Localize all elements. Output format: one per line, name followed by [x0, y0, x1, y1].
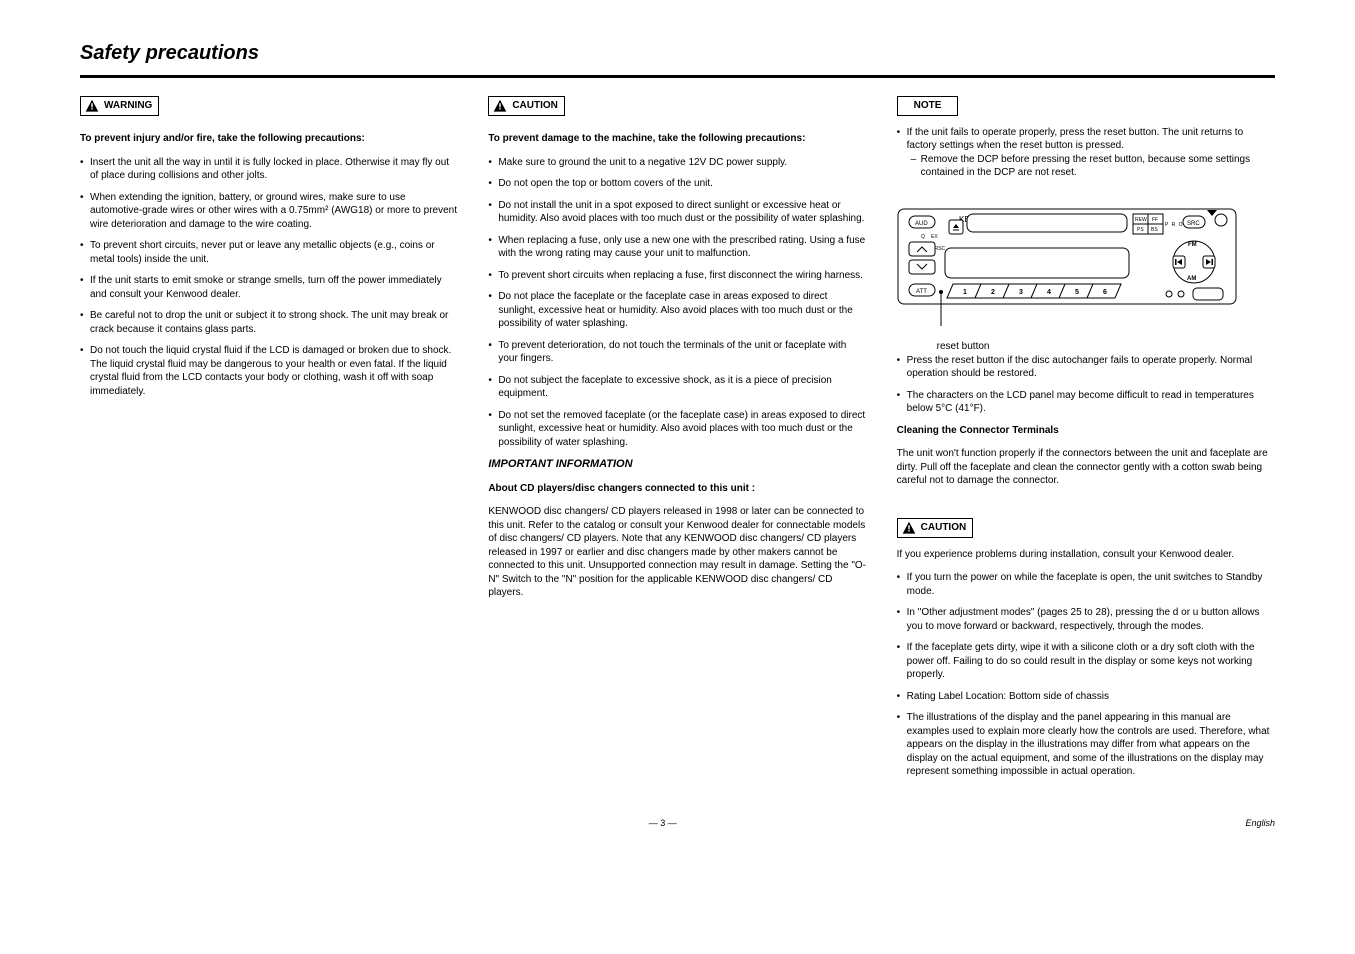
note-label: NOTE — [914, 100, 942, 111]
list-item: To prevent short circuits when replacing… — [488, 269, 866, 283]
list-item: To prevent deterioration, do not touch t… — [488, 339, 866, 366]
svg-text:AUD: AUD — [915, 221, 928, 227]
svg-text:4: 4 — [1047, 289, 1051, 296]
list-item: Do not open the top or bottom covers of … — [488, 177, 866, 191]
car-stereo-diagram: KENWOOD AUD Q EX CRSC — [897, 188, 1275, 354]
important-info-heading: IMPORTANT INFORMATION — [488, 457, 866, 472]
warning-icon — [493, 99, 507, 113]
list-item: Insert the unit all the way in until it … — [80, 156, 458, 183]
list-item: The illustrations of the display and the… — [897, 711, 1275, 779]
list-item: Press the reset button if the disc autoc… — [897, 354, 1275, 381]
caution-label: CAUTION — [512, 99, 558, 113]
list-item: Do not touch the liquid crystal fluid if… — [80, 344, 458, 398]
column-right: NOTE If the unit fails to operate proper… — [897, 96, 1275, 787]
svg-text:1: 1 — [963, 289, 967, 296]
col3-reset-list: If the unit fails to operate properly, p… — [897, 126, 1275, 180]
svg-text:Q: Q — [921, 234, 925, 240]
page-title: Safety precautions — [80, 40, 1275, 67]
page-footer: — 3 — English — [80, 817, 1275, 829]
reset-para: If the unit fails to operate properly, p… — [907, 127, 1243, 152]
svg-text:EX: EX — [931, 234, 938, 240]
note-block-body: KENWOOD disc changers/ CD players releas… — [488, 505, 866, 600]
page-number: — 3 — — [649, 817, 677, 829]
list-item: Do not place the faceplate or the facepl… — [488, 290, 866, 331]
svg-text:PS: PS — [1137, 227, 1144, 233]
svg-text:6: 6 — [1103, 289, 1107, 296]
caution2-body: If you experience problems during instal… — [897, 548, 1275, 562]
list-item: When replacing a fuse, only use a new on… — [488, 234, 866, 261]
cleaning-heading: Cleaning the Connector Terminals — [897, 424, 1275, 438]
list-item: Do not install the unit in a spot expose… — [488, 199, 866, 226]
list-item: If you turn the power on while the facep… — [897, 571, 1275, 598]
cleaning-body: The unit won't function properly if the … — [897, 447, 1275, 488]
col2-lead: To prevent damage to the machine, take t… — [488, 132, 866, 146]
svg-text:5: 5 — [1075, 289, 1079, 296]
svg-text:SRC: SRC — [1187, 221, 1200, 227]
list-item: If the unit starts to emit smoke or stra… — [80, 274, 458, 301]
svg-text:ATT: ATT — [916, 289, 927, 295]
reset-button-label: reset button — [937, 340, 1275, 354]
warning-icon — [902, 521, 916, 535]
warning-header: WARNING — [80, 96, 159, 116]
caution2-label: CAUTION — [921, 521, 967, 535]
note-header: NOTE — [897, 96, 959, 116]
column-left: WARNING To prevent injury and/or fire, t… — [80, 96, 458, 787]
caution-header: CAUTION — [488, 96, 565, 116]
svg-text:2: 2 — [991, 289, 995, 296]
list-item: Rating Label Location: Bottom side of ch… — [897, 690, 1275, 704]
list-item: Do not subject the faceplate to excessiv… — [488, 374, 866, 401]
list-item: The characters on the LCD panel may beco… — [897, 389, 1275, 416]
list-item: Make sure to ground the unit to a negati… — [488, 156, 866, 170]
content-columns: WARNING To prevent injury and/or fire, t… — [80, 96, 1275, 787]
note-block-title: About CD players/disc changers connected… — [488, 482, 866, 496]
list-item: Do not set the removed faceplate (or the… — [488, 409, 866, 450]
svg-text:REW: REW — [1135, 217, 1147, 223]
warning-icon — [85, 99, 99, 113]
list-item: If the faceplate gets dirty, wipe it wit… — [897, 641, 1275, 682]
list-item: In "Other adjustment modes" (pages 25 to… — [897, 606, 1275, 633]
svg-text:BS: BS — [1151, 227, 1158, 233]
col3-notes-list: If you turn the power on while the facep… — [897, 571, 1275, 779]
col1-lead: To prevent injury and/or fire, take the … — [80, 132, 458, 146]
list-item: When extending the ignition, battery, or… — [80, 191, 458, 232]
svg-text:3: 3 — [1019, 289, 1023, 296]
caution2-header: CAUTION — [897, 518, 974, 538]
svg-text:FF: FF — [1152, 217, 1158, 223]
preset-bar: 1 2 3 4 5 6 — [947, 284, 1121, 298]
col3-after-list: Press the reset button if the disc autoc… — [897, 354, 1275, 416]
language-label: English — [1245, 817, 1275, 829]
caution-secondary: CAUTION — [897, 498, 1275, 548]
col1-list: Insert the unit all the way in until it … — [80, 156, 458, 399]
list-item: To prevent short circuits, never put or … — [80, 239, 458, 266]
column-center: CAUTION To prevent damage to the machine… — [488, 96, 866, 787]
reset-button-indicator — [939, 290, 943, 294]
list-item: If the unit fails to operate properly, p… — [897, 126, 1275, 180]
remove-dcp-note: Remove the DCP before pressing the reset… — [907, 153, 1275, 180]
svg-text:FM: FM — [1188, 242, 1197, 248]
title-rule — [80, 75, 1275, 78]
svg-text:AM: AM — [1187, 276, 1196, 282]
col2-list: Make sure to ground the unit to a negati… — [488, 156, 866, 450]
warning-label: WARNING — [104, 99, 152, 113]
list-item: Be careful not to drop the unit or subje… — [80, 309, 458, 336]
